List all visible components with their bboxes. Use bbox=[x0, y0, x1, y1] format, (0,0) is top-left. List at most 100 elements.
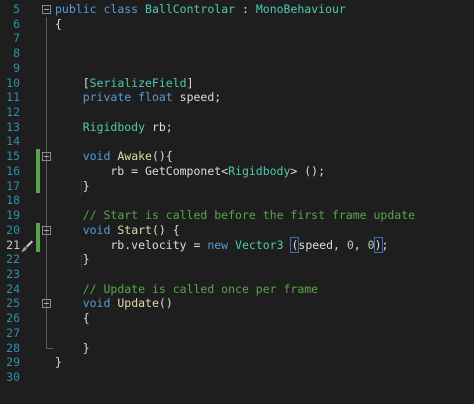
code-token: // Update is called once per frame bbox=[82, 281, 319, 296]
collapse-toggle-icon[interactable] bbox=[42, 152, 51, 162]
code-token: rb; bbox=[145, 119, 173, 134]
code-token: public bbox=[55, 2, 97, 16]
code-line[interactable]: 29} bbox=[0, 355, 474, 370]
code-line[interactable]: 20 void Start() { bbox=[0, 222, 474, 238]
collapse-toggle-icon[interactable] bbox=[42, 225, 51, 235]
code-token: > (); bbox=[290, 163, 326, 178]
code-line[interactable]: 26 { bbox=[0, 311, 474, 326]
code-editor[interactable]: 5 public class BallControlar : MonoBehavi… bbox=[0, 0, 474, 404]
line-number: 6 bbox=[13, 16, 20, 31]
line-code[interactable]: } bbox=[55, 341, 90, 356]
outline-guide bbox=[46, 340, 47, 348]
line-number: 23 bbox=[6, 266, 20, 281]
code-line[interactable]: 18 bbox=[0, 193, 474, 209]
code-line[interactable]: 16 rb = GetComponet<Rigidbody> (); bbox=[0, 163, 474, 179]
paintbrush-icon[interactable] bbox=[19, 239, 34, 254]
code-token: } bbox=[55, 340, 90, 355]
code-token: () { bbox=[151, 222, 180, 237]
outline-guide bbox=[46, 281, 47, 297]
code-token: Rigidbody bbox=[82, 119, 146, 134]
code-line[interactable]: 15 void Awake(){ bbox=[0, 149, 474, 164]
code-line[interactable]: 5 public class BallControlar : MonoBehavi… bbox=[0, 2, 474, 17]
code-token: speed, bbox=[298, 237, 347, 252]
line-number: 16 bbox=[6, 163, 20, 178]
outline-guide bbox=[46, 193, 47, 209]
outline-guide bbox=[46, 31, 47, 47]
line-code[interactable]: void Update() bbox=[55, 296, 173, 311]
outline-guide bbox=[46, 46, 47, 61]
code-line[interactable]: 6{ bbox=[0, 16, 474, 32]
code-line[interactable]: 13 Rigidbody rb; bbox=[0, 119, 474, 135]
code-token: ; bbox=[381, 237, 389, 252]
code-line[interactable]: 17 } bbox=[0, 178, 474, 194]
outline-guide bbox=[46, 60, 47, 76]
line-code[interactable]: private float speed; bbox=[55, 90, 222, 105]
code-line[interactable]: 24 // Update is called once per frame bbox=[0, 281, 474, 297]
line-number: 11 bbox=[6, 90, 20, 105]
change-marker bbox=[36, 237, 40, 253]
code-line[interactable]: 9 bbox=[0, 60, 474, 76]
line-code[interactable]: void Start() { bbox=[55, 223, 180, 238]
line-number: 28 bbox=[6, 340, 20, 355]
code-line[interactable]: 27 bbox=[0, 325, 474, 341]
line-code[interactable]: } bbox=[55, 252, 90, 267]
line-number: 24 bbox=[6, 281, 20, 296]
code-token: Start bbox=[117, 222, 152, 237]
code-token: () bbox=[158, 296, 173, 311]
code-line[interactable]: 14 bbox=[0, 134, 474, 150]
line-code[interactable]: void Awake(){ bbox=[55, 149, 173, 164]
code-token: Update bbox=[117, 296, 159, 311]
outline-guide bbox=[46, 134, 47, 150]
code-line[interactable]: 12 bbox=[0, 105, 474, 120]
line-number: 8 bbox=[13, 46, 20, 61]
line-number: 12 bbox=[6, 105, 20, 120]
code-line[interactable]: 8 bbox=[0, 46, 474, 61]
code-line[interactable]: 23 bbox=[0, 266, 474, 282]
line-code[interactable]: rb = GetComponet<Rigidbody> (); bbox=[55, 164, 325, 179]
line-code[interactable]: public class BallControlar : MonoBehavio… bbox=[55, 2, 346, 17]
line-code[interactable]: { bbox=[55, 17, 62, 32]
outline-guide bbox=[46, 75, 47, 91]
code-line[interactable]: 22 } bbox=[0, 252, 474, 267]
code-lines[interactable]: 5 public class BallControlar : MonoBehavi… bbox=[0, 2, 474, 385]
code-line[interactable]: 7 bbox=[0, 31, 474, 47]
code-token: BallControlar bbox=[145, 2, 236, 16]
matching-brace: ) bbox=[373, 236, 383, 253]
code-line[interactable]: 25 void Update() bbox=[0, 296, 474, 312]
line-code[interactable]: } bbox=[55, 179, 90, 194]
line-code[interactable]: } bbox=[55, 355, 62, 370]
collapse-toggle-icon[interactable] bbox=[42, 299, 51, 309]
line-number: 27 bbox=[6, 325, 20, 340]
code-line[interactable]: 19 // Start is called before the first f… bbox=[0, 208, 474, 223]
code-line[interactable]: 21 rb.velocity = new Vector3 (speed, 0, … bbox=[0, 236, 474, 253]
code-line[interactable]: 10 [SerializeField] bbox=[0, 75, 474, 91]
code-token: speed; bbox=[172, 90, 222, 105]
code-token: } bbox=[55, 178, 90, 193]
line-number: 30 bbox=[6, 369, 20, 384]
indent-guide bbox=[81, 181, 82, 195]
code-token: void bbox=[82, 222, 111, 237]
collapse-toggle-icon[interactable] bbox=[42, 5, 51, 14]
line-code[interactable]: // Update is called once per frame bbox=[55, 282, 318, 297]
outline-guide bbox=[46, 16, 47, 32]
line-number: 15 bbox=[6, 149, 20, 164]
code-token: void bbox=[82, 296, 111, 311]
line-number: 9 bbox=[13, 60, 20, 75]
code-token: SerializeField bbox=[89, 75, 187, 90]
line-number: 5 bbox=[13, 2, 20, 16]
line-number: 10 bbox=[6, 75, 20, 90]
line-code[interactable]: rb.velocity = new Vector3 (speed, 0, 0); bbox=[55, 236, 389, 253]
line-number: 22 bbox=[6, 252, 20, 267]
line-code[interactable]: // Start is called before the first fram… bbox=[55, 208, 415, 223]
line-code[interactable]: Rigidbody rb; bbox=[55, 120, 173, 135]
code-line[interactable]: 28 } bbox=[0, 340, 474, 356]
line-code[interactable]: { bbox=[55, 311, 90, 326]
line-code[interactable]: [SerializeField] bbox=[55, 76, 194, 91]
code-token: , bbox=[353, 237, 368, 252]
code-line[interactable]: 11 private float speed; bbox=[0, 90, 474, 106]
code-line[interactable]: 30 bbox=[0, 370, 474, 385]
